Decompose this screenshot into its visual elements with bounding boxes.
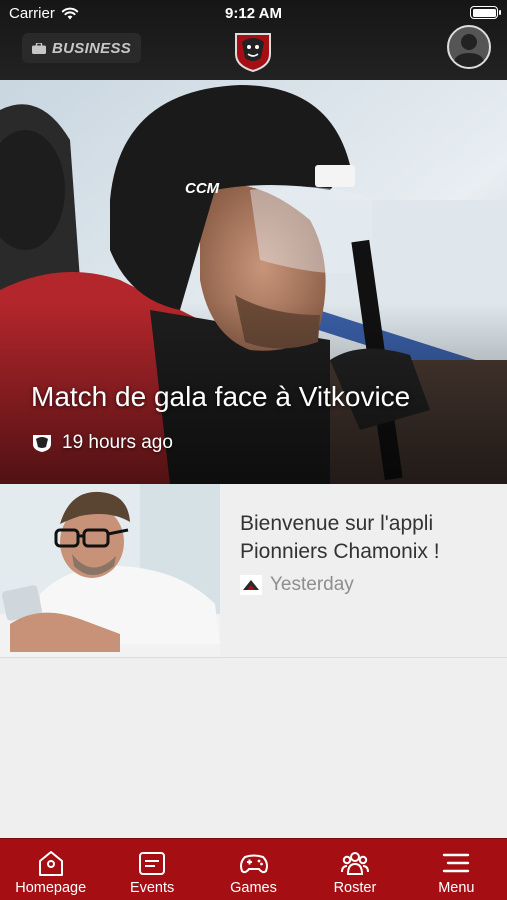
- tab-label: Menu: [438, 880, 475, 896]
- tab-label: Games: [230, 880, 277, 896]
- gamepad-icon: [239, 854, 268, 874]
- tab-games[interactable]: Games: [203, 839, 304, 900]
- article-thumbnail: [0, 484, 220, 657]
- tab-events[interactable]: Events: [101, 839, 202, 900]
- status-bar: Carrier 9:12 AM: [0, 0, 507, 26]
- article-title[interactable]: Bienvenue sur l'appli Pionniers Chamonix…: [240, 510, 490, 566]
- tab-homepage[interactable]: Homepage: [0, 839, 101, 900]
- battery-icon: [470, 6, 501, 19]
- events-icon: [139, 852, 166, 875]
- tab-roster[interactable]: Roster: [304, 839, 405, 900]
- featured-article-image: CCM: [0, 80, 507, 484]
- profile-avatar[interactable]: [447, 25, 491, 69]
- app-header: Carrier 9:12 AM BUSINESS: [0, 0, 507, 80]
- article-thumbnail-image: [0, 484, 220, 657]
- user-icon: [453, 34, 485, 67]
- status-time: 9:12 AM: [225, 5, 282, 22]
- article-time: Yesterday: [270, 574, 354, 595]
- tab-label: Homepage: [15, 880, 87, 896]
- featured-article-meta: 19 hours ago: [31, 432, 173, 454]
- club-logo[interactable]: [230, 28, 276, 72]
- article-meta: Yesterday: [240, 574, 354, 596]
- featured-article-time: 19 hours ago: [62, 432, 173, 453]
- featured-article-title[interactable]: Match de gala face à Vitkovice: [31, 381, 410, 413]
- tab-label: Events: [129, 880, 175, 896]
- tab-bar: Homepage Events Games Roster Menu: [0, 838, 507, 900]
- business-button[interactable]: BUSINESS: [22, 33, 142, 63]
- content-area: [0, 658, 507, 838]
- tab-menu[interactable]: Menu: [406, 839, 507, 900]
- menu-icon: [443, 853, 470, 873]
- club-logo-small: [240, 575, 262, 595]
- business-label: BUSINESS: [52, 39, 132, 57]
- home-icon: [38, 851, 63, 876]
- article-card[interactable]: Bienvenue sur l'appli Pionniers Chamonix…: [0, 484, 507, 658]
- roster-icon: [340, 852, 369, 875]
- tab-label: Roster: [333, 880, 377, 896]
- featured-article[interactable]: CCM Match de gala face à Vitkovice 19 ho…: [0, 80, 507, 484]
- club-logo-small: [33, 435, 51, 452]
- briefcase-icon: [32, 42, 46, 54]
